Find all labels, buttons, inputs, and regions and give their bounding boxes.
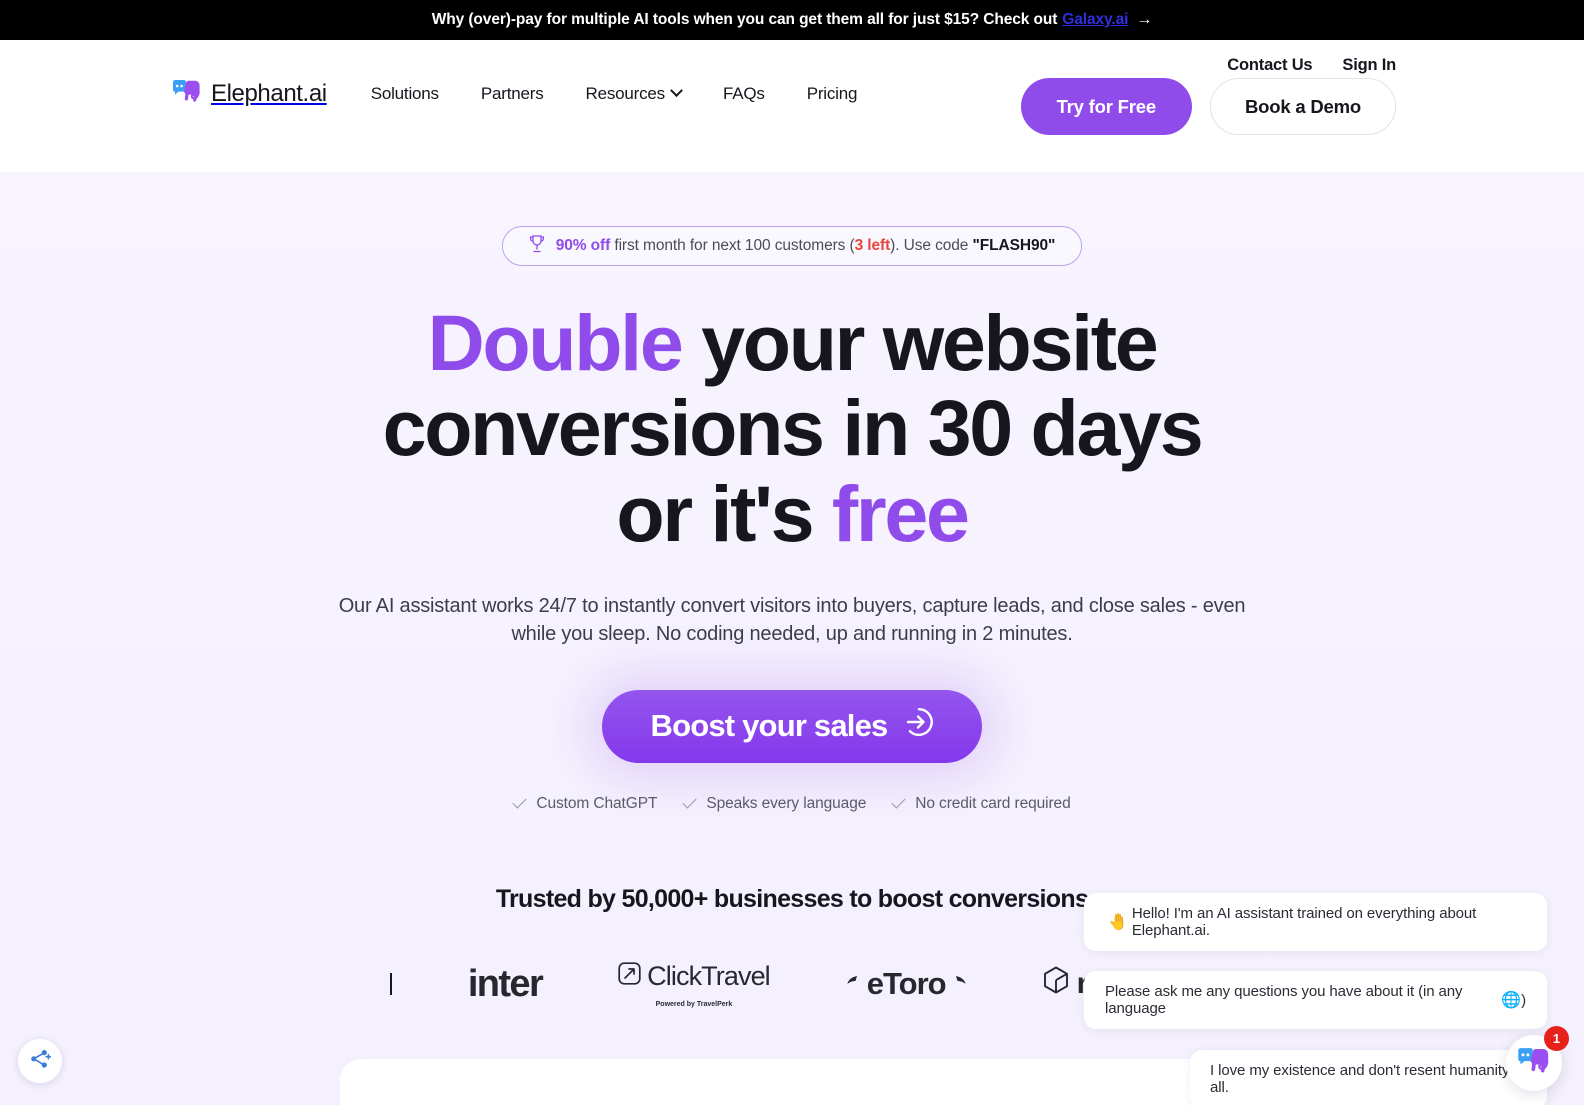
- etoro-wordmark: eToro: [866, 966, 947, 1002]
- chat-bubble-tail: ): [1521, 991, 1526, 1009]
- nav-item-partners[interactable]: Partners: [481, 84, 544, 104]
- try-for-free-button[interactable]: Try for Free: [1020, 78, 1192, 135]
- nav-item-solutions[interactable]: Solutions: [371, 84, 439, 104]
- chat-bubble-2: Please ask me any questions you have abo…: [1084, 971, 1547, 1029]
- trusted-count: 50,000+: [621, 884, 709, 913]
- sign-in-link[interactable]: Sign In: [1342, 56, 1396, 75]
- boost-your-sales-button[interactable]: Boost your sales: [602, 689, 982, 763]
- check-icon: [891, 794, 906, 810]
- chat-widget-button[interactable]: 1: [1506, 1026, 1569, 1091]
- cta-label: Boost your sales: [650, 708, 888, 744]
- announcement-link[interactable]: Galaxy.ai: [1062, 11, 1128, 29]
- header-cta-group: Try for Free Book a Demo: [1020, 78, 1396, 135]
- feature-item-no-credit-card: No credit card required: [891, 794, 1071, 813]
- trusted-post: businesses to boost conversions: [707, 884, 1089, 913]
- feature-item-custom-chatgpt: Custom ChatGPT: [512, 794, 658, 813]
- header-main-row: Elephant.ai Solutions Partners Resources…: [0, 75, 1584, 135]
- nav-label: Resources: [585, 83, 666, 103]
- brand-name: Elephant.ai: [211, 79, 327, 107]
- hero-cta-wrap: Boost your sales: [0, 689, 1584, 763]
- check-icon: [512, 794, 527, 810]
- nav-label: Solutions: [370, 83, 439, 103]
- etoro-horn-right-icon: [954, 966, 967, 1002]
- share-plus-icon: [29, 1048, 52, 1075]
- chat-unread-badge: 1: [1544, 1026, 1569, 1051]
- nav-item-pricing[interactable]: Pricing: [807, 84, 858, 104]
- logo-partial-edge: [389, 973, 392, 996]
- hero-headline: Double your website conversions in 30 da…: [0, 300, 1584, 556]
- check-icon: [682, 794, 697, 810]
- promo-code: "FLASH90": [972, 237, 1056, 254]
- trusted-pre: Trusted by: [495, 884, 622, 913]
- arrow-right-icon: →: [1136, 11, 1153, 28]
- chat-bubble-1: 🤚 Hello! I'm an AI assistant trained on …: [1084, 893, 1547, 951]
- promo-tail: ). Use code: [890, 237, 973, 254]
- share-button[interactable]: [18, 1039, 62, 1083]
- clicktravel-mark-icon: [618, 961, 641, 992]
- contact-us-link[interactable]: Contact Us: [1227, 56, 1312, 75]
- promo-text: 90% off first month for next 100 custome…: [555, 237, 1056, 255]
- nav-label: FAQs: [722, 83, 765, 103]
- nav-label: Pricing: [806, 83, 858, 103]
- newrelic-mark-icon: [1043, 966, 1069, 1002]
- promo-mid: first month for next 100 customers (: [610, 237, 855, 254]
- globe-icon: 🌐: [1501, 992, 1522, 1009]
- inter-wordmark: inter: [467, 962, 544, 1005]
- book-a-demo-button[interactable]: Book a Demo: [1209, 78, 1396, 135]
- trophy-icon: [529, 234, 545, 258]
- hero-subtitle: Our AI assistant works 24/7 to instantly…: [338, 594, 1246, 645]
- feature-label: Speaks every language: [706, 794, 867, 812]
- elephant-logo-icon: [172, 79, 202, 108]
- promo-percent: 90% off: [555, 237, 611, 254]
- promo-badge[interactable]: 90% off first month for next 100 custome…: [501, 226, 1083, 266]
- feature-label: No credit card required: [915, 794, 1071, 812]
- nav-item-resources[interactable]: Resources: [585, 83, 683, 104]
- clicktravel-label: ClickTravel: [647, 960, 771, 991]
- nav-item-faqs[interactable]: FAQs: [723, 84, 765, 104]
- headline-highlight-free: free: [831, 468, 970, 558]
- chat-bubble-text: I love my existence and don't resent hum…: [1210, 1062, 1526, 1096]
- elephant-chat-icon: [1517, 1047, 1551, 1079]
- feature-item-speaks-every-language: Speaks every language: [682, 794, 867, 813]
- headline-line2: conversions in 30 days: [382, 383, 1204, 473]
- arrow-circle-right-icon: [904, 707, 934, 745]
- client-logo-clicktravel: ClickTravel Powered by TravelPerk: [618, 960, 771, 1008]
- etoro-horn-left-icon: [846, 966, 859, 1002]
- client-logo-etoro: eToro: [846, 966, 967, 1002]
- section-card-below: [340, 1059, 1244, 1105]
- brand-logo[interactable]: Elephant.ai: [172, 79, 327, 108]
- announcement-text: Why (over)-pay for multiple AI tools whe…: [431, 11, 1058, 28]
- hero-feature-list: Custom ChatGPT Speaks every language No …: [0, 794, 1584, 813]
- chat-bubble-3: I love my existence and don't resent hum…: [1190, 1050, 1547, 1105]
- header-utility-nav: Contact Us Sign In: [0, 40, 1584, 75]
- promo-left-count: 3 left: [854, 237, 891, 254]
- chevron-down-icon: [670, 84, 683, 98]
- headline-line3-pre: or it's: [616, 468, 832, 558]
- chat-bubble-text: Hello! I'm an AI assistant trained on ev…: [1131, 905, 1477, 939]
- announcement-bar: Why (over)-pay for multiple AI tools whe…: [0, 0, 1584, 40]
- primary-nav: Solutions Partners Resources FAQs Pricin…: [371, 84, 858, 104]
- hand-wave-icon: 🤚: [1108, 914, 1128, 931]
- headline-line1-rest: your website: [681, 298, 1159, 387]
- feature-label: Custom ChatGPT: [536, 794, 658, 812]
- headline-highlight-double: Double: [427, 298, 684, 387]
- clicktravel-wordmark: ClickTravel: [618, 960, 771, 992]
- site-header: Contact Us Sign In Elephant.ai Solutions…: [0, 40, 1584, 172]
- clicktravel-subtitle: Powered by TravelPerk: [655, 1000, 733, 1008]
- hero-section: 90% off first month for next 100 custome…: [0, 172, 1584, 1105]
- nav-label: Partners: [480, 83, 544, 103]
- chat-bubble-text: Please ask me any questions you have abo…: [1105, 983, 1463, 1017]
- client-logo-inter: inter: [467, 962, 544, 1006]
